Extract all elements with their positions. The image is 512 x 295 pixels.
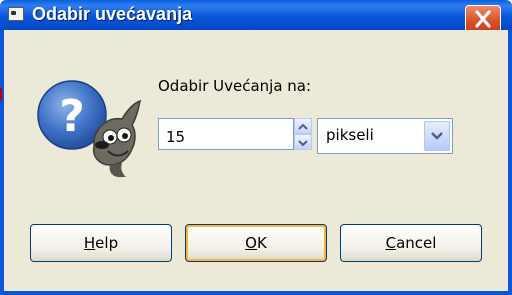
zoom-prompt-label: Odabir Uvećanja na:: [158, 77, 312, 95]
ok-button-accelerator: O: [245, 234, 257, 252]
arrow-down-icon: [298, 140, 308, 147]
unit-select[interactable]: pikseli: [317, 118, 453, 154]
unit-dropdown-button[interactable]: [424, 121, 450, 151]
help-button[interactable]: Help: [30, 224, 172, 262]
help-button-accelerator: H: [83, 234, 96, 252]
zoom-value-input[interactable]: [158, 118, 294, 150]
question-mascot-icon: ?: [37, 80, 141, 178]
window-title: Odabir uvećavanja: [32, 4, 193, 24]
chevron-down-icon: [431, 132, 443, 140]
cancel-button-label: ancel: [396, 234, 437, 252]
spin-down-button[interactable]: [294, 134, 312, 150]
ok-button[interactable]: OK: [185, 224, 327, 262]
left-edge-mark: [0, 88, 2, 100]
zoom-value-spinner[interactable]: [294, 118, 312, 150]
svg-text:?: ?: [59, 91, 85, 142]
cancel-button-accelerator: C: [385, 234, 397, 252]
cancel-button[interactable]: Cancel: [340, 224, 482, 262]
close-button[interactable]: [465, 5, 501, 33]
ok-button-label: K: [256, 234, 267, 252]
window-bottom-border: [0, 291, 512, 295]
arrow-up-icon: [298, 123, 308, 130]
dialog-window: Odabir uvećavanja ? Odabir Uvećanja na: …: [0, 0, 512, 295]
close-icon: [475, 10, 491, 28]
spin-up-button[interactable]: [294, 118, 312, 134]
help-button-label: elp: [95, 234, 119, 252]
app-window-icon[interactable]: [8, 7, 24, 21]
unit-selected-value: pikseli: [326, 126, 374, 144]
title-bar[interactable]: Odabir uvećavanja: [0, 0, 512, 33]
